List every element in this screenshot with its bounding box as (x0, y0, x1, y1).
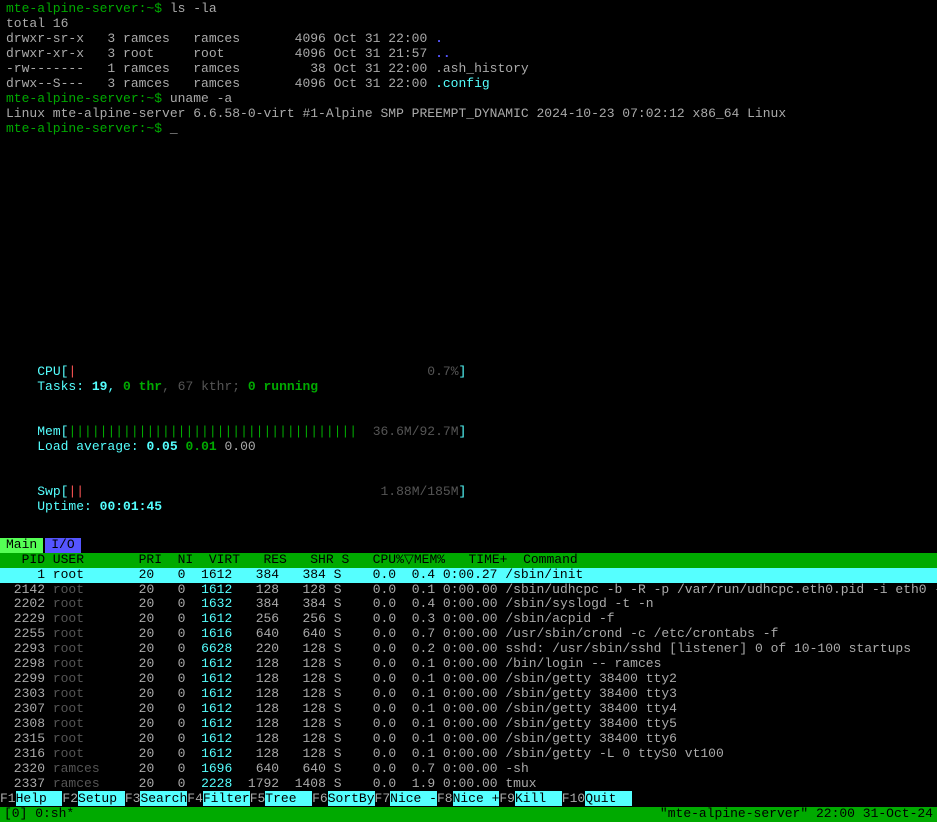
prompt: mte-alpine-server:~$ (6, 1, 170, 16)
process-row[interactable]: 2337 ramces 20 0 2228 1792 1408 S 0.0 1.… (0, 777, 937, 792)
cursor[interactable]: _ (170, 121, 178, 136)
swp-bar: || (68, 484, 84, 499)
prompt: mte-alpine-server:~$ (6, 121, 170, 136)
fkey-label[interactable]: SortBy (328, 791, 375, 806)
process-row[interactable]: 2315 root 20 0 1612 128 128 S 0.0 0.1 0:… (0, 732, 937, 747)
uptime-label: Uptime: (37, 499, 99, 514)
fkey-label[interactable]: Quit (585, 791, 632, 806)
process-row[interactable]: 2316 root 20 0 1612 128 128 S 0.0 0.1 0:… (0, 747, 937, 762)
ls-entry: drwx--S--- 3 ramces ramces 4096 Oct 31 2… (6, 77, 931, 92)
ls-entry: drwxr-xr-x 3 root root 4096 Oct 31 21:57… (6, 47, 931, 62)
htop-tabs: Main I/O (0, 538, 937, 553)
process-row[interactable]: 2229 root 20 0 1612 256 256 S 0.0 0.3 0:… (0, 612, 937, 627)
process-row[interactable]: 2255 root 20 0 1616 640 640 S 0.0 0.7 0:… (0, 627, 937, 642)
process-row[interactable]: 2202 root 20 0 1632 384 384 S 0.0 0.4 0:… (0, 597, 937, 612)
fkey-F5[interactable]: F5 (250, 791, 266, 806)
process-row[interactable]: 2308 root 20 0 1612 128 128 S 0.0 0.1 0:… (0, 717, 937, 732)
fkey-label[interactable]: Kill (515, 791, 562, 806)
fkey-label[interactable]: Nice - (390, 791, 437, 806)
ls-entry: -rw------- 1 ramces ramces 38 Oct 31 22:… (6, 62, 931, 77)
process-list[interactable]: 2142 root 20 0 1612 128 128 S 0.0 0.1 0:… (0, 583, 937, 792)
fkey-F4[interactable]: F4 (187, 791, 203, 806)
process-header[interactable]: PID USER PRI NI VIRT RES SHR S CPU%▽MEM%… (0, 553, 937, 568)
tmux-window: [0] 0:sh* (4, 807, 74, 822)
fkey-F9[interactable]: F9 (499, 791, 515, 806)
ls-entry: drwxr-sr-x 3 ramces ramces 4096 Oct 31 2… (6, 32, 931, 47)
mem-label: Mem[ (37, 424, 68, 439)
tab-io[interactable]: I/O (45, 538, 80, 553)
prompt: mte-alpine-server:~$ (6, 91, 170, 106)
process-row[interactable]: 2298 root 20 0 1612 128 128 S 0.0 0.1 0:… (0, 657, 937, 672)
fkey-label[interactable]: Filter (203, 791, 250, 806)
fkey-label[interactable]: Help (16, 791, 63, 806)
empty-space (0, 138, 937, 348)
tmux-status-bar: [0] 0:sh* "mte-alpine-server" 22:00 31-O… (0, 807, 937, 822)
command: uname -a (170, 91, 232, 106)
fkey-F2[interactable]: F2 (62, 791, 78, 806)
process-row[interactable]: 2299 root 20 0 1612 128 128 S 0.0 0.1 0:… (0, 672, 937, 687)
process-row[interactable]: 2142 root 20 0 1612 128 128 S 0.0 0.1 0:… (0, 583, 937, 598)
tmux-time: 22:00 31-Oct-24 (816, 806, 933, 821)
fkey-label[interactable]: Setup (78, 791, 125, 806)
tasks-label: Tasks: (37, 379, 92, 394)
process-row[interactable]: 2307 root 20 0 1612 128 128 S 0.0 0.1 0:… (0, 702, 937, 717)
swp-label: Swp[ (37, 484, 68, 499)
uname-output: Linux mte-alpine-server 6.6.58-0-virt #1… (6, 107, 931, 122)
tmux-host: "mte-alpine-server" (660, 806, 808, 821)
htop-meters: CPU[| 0.7%] Tasks: 19, 0 thr, 67 kthr; 0… (0, 348, 937, 531)
fkey-F6[interactable]: F6 (312, 791, 328, 806)
mem-bar: ||||||||||||||||||||||||||||||||||||| (68, 424, 357, 439)
fkey-label[interactable]: Search (140, 791, 187, 806)
command: ls -la (170, 1, 217, 16)
fkey-F1[interactable]: F1 (0, 791, 16, 806)
terminal-output: mte-alpine-server:~$ ls -la total 16 drw… (0, 0, 937, 138)
tab-main[interactable]: Main (0, 538, 43, 553)
fkey-F8[interactable]: F8 (437, 791, 453, 806)
ls-total: total 16 (6, 17, 931, 32)
load-label: Load average: (37, 439, 146, 454)
process-row[interactable]: 2320 ramces 20 0 1696 640 640 S 0.0 0.7 … (0, 762, 937, 777)
fkey-F10[interactable]: F10 (562, 791, 585, 806)
fkey-label[interactable]: Tree (265, 791, 312, 806)
cpu-value: 0.7% (76, 364, 458, 379)
cpu-label: CPU[ (37, 364, 68, 379)
selected-process[interactable]: 1 root 20 0 1612 384 384 S 0.0 0.4 0:00.… (0, 568, 937, 583)
fkey-label[interactable]: Nice + (453, 791, 500, 806)
process-row[interactable]: 2293 root 20 0 6628 220 128 S 0.0 0.2 0:… (0, 642, 937, 657)
function-keys: F1Help F2Setup F3SearchF4FilterF5Tree F6… (0, 792, 937, 807)
fkey-F7[interactable]: F7 (375, 791, 391, 806)
fkey-F3[interactable]: F3 (125, 791, 141, 806)
